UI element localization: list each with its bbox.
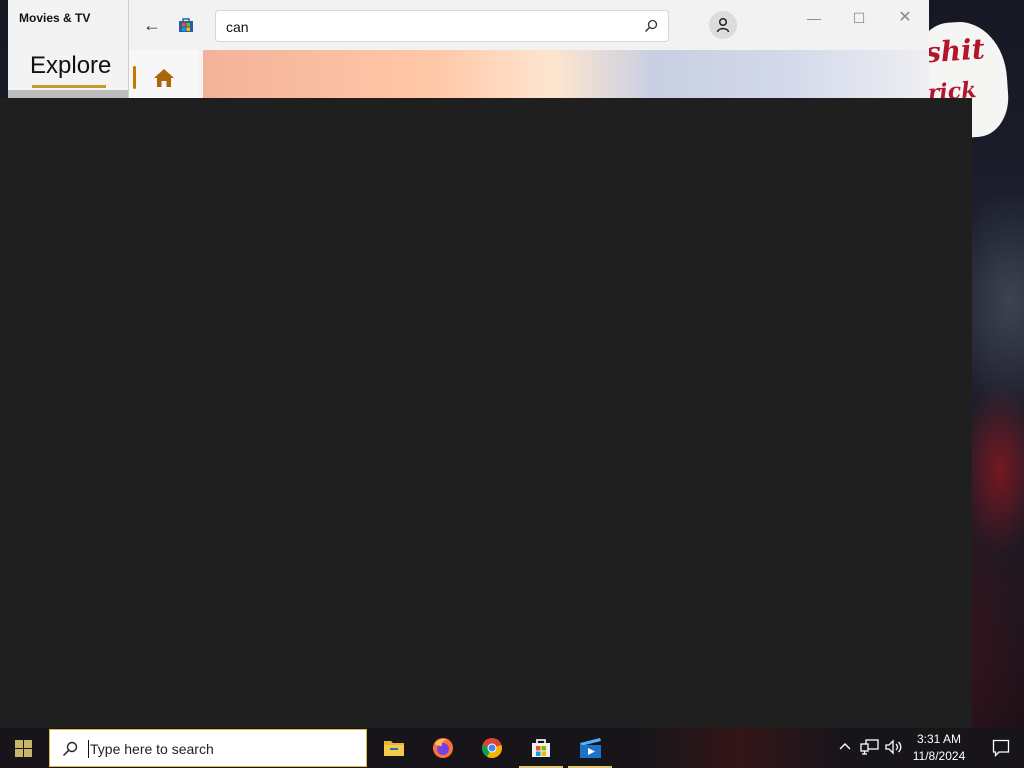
system-clock[interactable]: 3:31 AM 11/8/2024 — [908, 731, 970, 765]
taskbar-search-box[interactable]: Type here to search — [49, 729, 367, 767]
movies-tv-icon — [580, 738, 601, 758]
dark-overlay-panel — [0, 98, 972, 728]
start-button[interactable] — [0, 728, 48, 768]
account-button[interactable] — [709, 11, 737, 39]
close-button[interactable]: ✕ — [890, 5, 920, 31]
nav-selected-indicator — [133, 66, 136, 89]
account-icon — [716, 17, 730, 33]
taskbar-tint — [640, 728, 840, 768]
taskbar: Type here to search 3:31 AM 11/8/2024 — [0, 728, 1024, 768]
taskbar-app-chrome[interactable] — [468, 728, 516, 768]
notification-center-button[interactable] — [978, 728, 1024, 768]
taskbar-app-file-explorer[interactable] — [370, 728, 418, 768]
store-logo-icon — [179, 18, 193, 32]
text-caret — [88, 740, 89, 758]
movies-tv-window[interactable]: Movies & TV Explore — [8, 0, 132, 100]
file-explorer-icon — [384, 741, 404, 756]
windows-logo-icon — [15, 740, 32, 757]
notification-icon — [992, 739, 1010, 757]
home-icon[interactable] — [153, 68, 175, 88]
firefox-icon — [433, 738, 453, 758]
nav-selected-indicator — [32, 85, 106, 88]
clock-time: 3:31 AM — [916, 732, 962, 746]
network-icon[interactable] — [860, 738, 880, 756]
minimize-button[interactable]: — — [799, 5, 829, 31]
back-button[interactable]: ← — [141, 14, 163, 36]
chevron-up-icon[interactable] — [836, 738, 854, 756]
taskbar-app-firefox[interactable] — [419, 728, 467, 768]
store-search-input[interactable]: can — [215, 10, 669, 42]
search-icon — [62, 741, 78, 757]
hero-banner[interactable] — [203, 50, 929, 100]
taskbar-search-placeholder: Type here to search — [90, 741, 214, 757]
search-icon[interactable] — [644, 19, 658, 33]
nav-item-explore[interactable]: Explore — [30, 52, 111, 80]
search-input-value: can — [226, 19, 249, 35]
clock-date: 11/8/2024 — [912, 749, 966, 763]
volume-icon[interactable] — [884, 738, 904, 756]
microsoft-store-window[interactable]: ← can — ☐ ✕ — [128, 0, 929, 100]
maximize-button[interactable]: ☐ — [844, 5, 874, 31]
taskbar-app-microsoft-store[interactable] — [517, 728, 565, 768]
window-title: Movies & TV — [19, 11, 91, 25]
wallpaper-sign-text: shit — [923, 32, 986, 70]
taskbar-app-movies-tv[interactable] — [566, 728, 614, 768]
chrome-icon — [482, 738, 502, 759]
microsoft-store-icon — [532, 739, 550, 757]
